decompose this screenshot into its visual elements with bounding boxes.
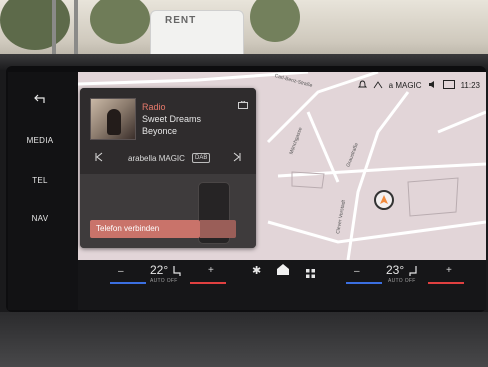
track-title: Sweet Dreams xyxy=(142,114,202,124)
signal-icon xyxy=(373,80,383,91)
climate-bar: – 22° AUTO OFF + ✱ – 23° AUTO OFF + xyxy=(78,260,486,310)
left-temp-up-button[interactable]: + xyxy=(208,265,214,276)
left-temperature: 22° xyxy=(150,263,169,277)
station-name: arabella MAGIC xyxy=(128,154,185,163)
pole xyxy=(52,0,56,58)
back-button[interactable] xyxy=(8,94,72,106)
left-temp-down-button[interactable]: – xyxy=(118,266,124,277)
status-bar: a MAGIC 11:23 xyxy=(357,78,480,92)
track-artist: Beyonce xyxy=(142,126,178,136)
nav-tel[interactable]: TEL xyxy=(8,176,72,185)
car-position-marker xyxy=(374,190,394,210)
next-icon xyxy=(233,152,241,162)
infotainment-screen: MEDIA TEL NAV Mönchgasse Graustraße Carl… xyxy=(8,72,486,310)
pole xyxy=(74,0,78,58)
nav-media[interactable]: MEDIA xyxy=(8,136,72,145)
tree xyxy=(250,0,300,42)
media-controls: arabella MAGIC DAB xyxy=(80,150,256,168)
van: RENT xyxy=(150,10,244,60)
left-heat-indicator xyxy=(190,282,226,284)
right-temp-down-button[interactable]: – xyxy=(354,266,360,277)
radio-station-status: a MAGIC xyxy=(388,80,422,90)
screen-icon xyxy=(442,79,455,91)
tree xyxy=(90,0,150,44)
right-temperature: 23° xyxy=(386,263,405,277)
grid-icon xyxy=(306,269,315,278)
album-figure xyxy=(107,109,121,135)
clock: 11:23 xyxy=(460,80,480,90)
media-phone-widget[interactable]: Radio Sweet Dreams Beyonce arabella MAGI… xyxy=(80,88,256,248)
apps-button[interactable] xyxy=(306,265,315,283)
van-sign: RENT xyxy=(165,15,197,26)
dab-badge: DAB xyxy=(192,153,211,163)
right-temp-up-button[interactable]: + xyxy=(446,265,452,276)
tree xyxy=(0,0,70,50)
volume-icon xyxy=(428,80,437,91)
right-cool-indicator xyxy=(346,282,382,284)
previous-icon xyxy=(95,152,103,162)
fan-icon[interactable]: ✱ xyxy=(252,264,261,277)
direction-arrow-icon xyxy=(380,195,388,204)
media-section[interactable]: Radio Sweet Dreams Beyonce arabella MAGI… xyxy=(80,88,256,174)
home-button[interactable] xyxy=(276,263,290,281)
media-source: Radio xyxy=(142,102,166,112)
side-nav: MEDIA TEL NAV xyxy=(8,72,72,310)
media-options-icon[interactable] xyxy=(238,96,248,114)
album-art xyxy=(90,98,136,140)
next-track-button[interactable] xyxy=(232,152,242,164)
right-heat-indicator xyxy=(428,282,464,284)
dashboard-bottom xyxy=(0,312,488,367)
connect-phone-button-edge xyxy=(200,220,236,238)
home-icon xyxy=(277,264,289,275)
phone-section: Telefon verbinden xyxy=(80,174,256,248)
left-auto-off: AUTO OFF xyxy=(150,278,178,284)
right-auto-off: AUTO OFF xyxy=(388,278,416,284)
notification-icon xyxy=(357,80,367,91)
nav-nav[interactable]: NAV xyxy=(8,214,72,223)
previous-track-button[interactable] xyxy=(94,152,104,164)
connect-phone-button[interactable]: Telefon verbinden xyxy=(90,220,200,238)
back-icon xyxy=(34,94,45,103)
left-cool-indicator xyxy=(110,282,146,284)
